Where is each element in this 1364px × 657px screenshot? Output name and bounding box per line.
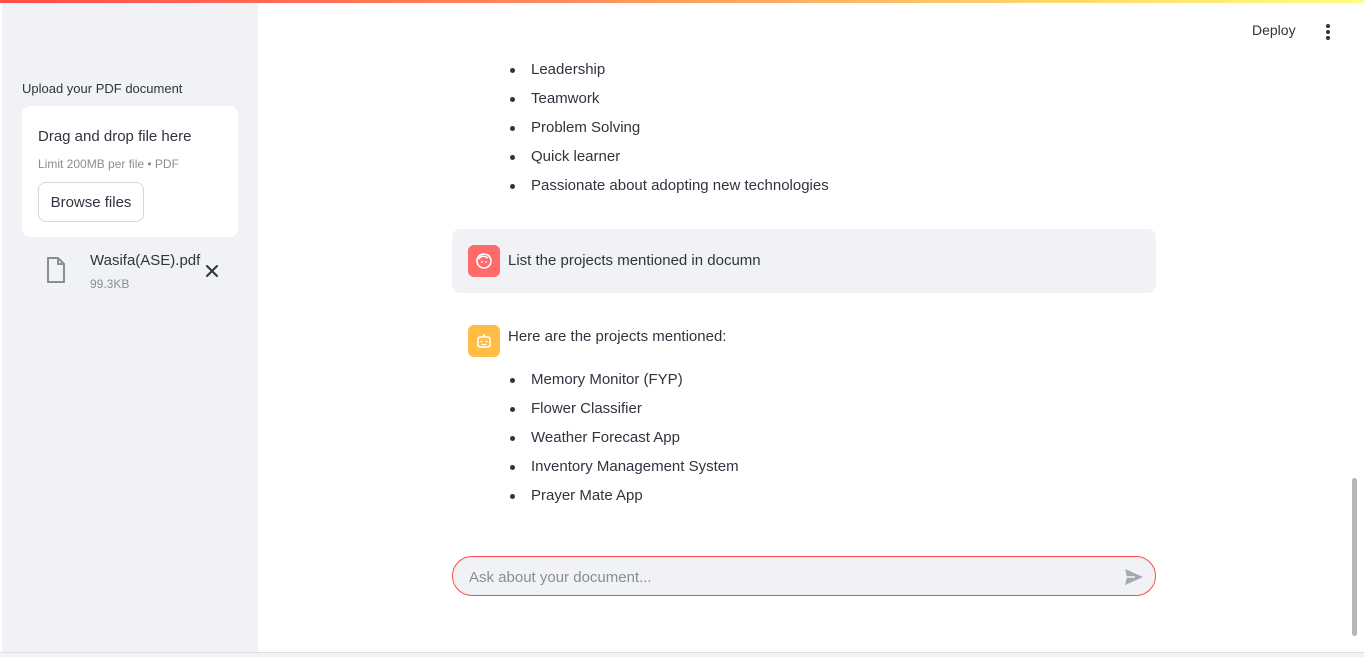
upload-label: Upload your PDF document (22, 81, 183, 96)
chat-input[interactable] (469, 565, 1109, 589)
deploy-button[interactable]: Deploy (1252, 22, 1296, 38)
user-message-text: List the projects mentioned in documn (508, 252, 761, 269)
file-name: Wasifa(ASE).pdf (90, 252, 201, 269)
close-icon[interactable] (202, 261, 222, 281)
top-accent-bar (0, 0, 1364, 3)
sidebar: Upload your PDF document Drag and drop f… (2, 3, 258, 653)
kebab-menu-icon[interactable] (1318, 22, 1338, 42)
browse-files-button[interactable]: Browse files (38, 182, 144, 222)
chat-input-container (452, 556, 1156, 596)
file-dropzone[interactable]: Drag and drop file here Limit 200MB per … (22, 106, 238, 237)
uploaded-file: Wasifa(ASE).pdf 99.3KB (22, 247, 238, 299)
list-item: Passionate about adopting new technologi… (508, 176, 829, 205)
list-item: Inventory Management System (508, 457, 739, 486)
send-icon[interactable] (1123, 566, 1145, 588)
user-avatar-icon (468, 245, 500, 277)
list-item: Leadership (508, 60, 829, 89)
list-item: Quick learner (508, 147, 829, 176)
list-item: Prayer Mate App (508, 486, 739, 515)
assistant-intro-text: Here are the projects mentioned: (508, 328, 727, 345)
user-message: List the projects mentioned in documn (452, 229, 1156, 293)
list-item: Teamwork (508, 89, 829, 118)
list-item: Memory Monitor (FYP) (508, 370, 739, 399)
window-bottom-edge (0, 652, 1364, 657)
dropzone-limit: Limit 200MB per file • PDF (38, 157, 179, 171)
file-size: 99.3KB (90, 277, 130, 291)
list-item: Flower Classifier (508, 399, 739, 428)
scrollbar-thumb[interactable] (1352, 478, 1357, 636)
projects-list: Memory Monitor (FYP) Flower Classifier W… (508, 370, 739, 515)
bot-avatar-icon (468, 325, 500, 357)
file-icon (47, 257, 65, 283)
list-item: Weather Forecast App (508, 428, 739, 457)
list-item: Problem Solving (508, 118, 829, 147)
dropzone-title: Drag and drop file here (38, 128, 192, 145)
previous-answer-list: Leadership Teamwork Problem Solving Quic… (508, 60, 829, 205)
